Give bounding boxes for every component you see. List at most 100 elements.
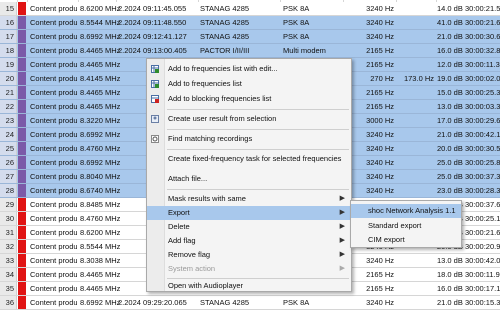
table-row[interactable]: 16Content product8.5544 MHz2.2024 09:11:… bbox=[0, 16, 500, 30]
cell-bandwidth: 2165 Hz bbox=[366, 46, 394, 55]
row-number: 27 bbox=[0, 170, 17, 183]
menu-remove-flag[interactable]: Remove flag ▶ bbox=[147, 248, 351, 262]
cell-type: Content product bbox=[30, 88, 77, 97]
menu-add-to-frequencies[interactable]: Add to frequencies list bbox=[147, 77, 351, 91]
cell-shift bbox=[396, 16, 434, 29]
cell-level-duration: 17.0 dB 30:00:29.699 bbox=[437, 116, 500, 125]
row-number: 25 bbox=[0, 142, 17, 155]
cell-bandwidth: 2165 Hz bbox=[366, 60, 394, 69]
menu-add-to-blocking[interactable]: Add to blocking frequencies list bbox=[147, 92, 351, 106]
cell-shift bbox=[396, 128, 434, 141]
flag-marker bbox=[18, 156, 26, 169]
flag-marker bbox=[18, 268, 26, 281]
cell-modulation: PSK 8A bbox=[283, 32, 310, 41]
cell-level-duration: 16.0 dB 30:00:32.894 bbox=[437, 46, 500, 55]
cell-type: Content product bbox=[30, 4, 77, 13]
flag-marker bbox=[18, 16, 26, 29]
flag-marker bbox=[18, 240, 26, 253]
cell-type: Content product bbox=[30, 102, 77, 111]
cell-datetime: 2.2024 09:12:41.127 bbox=[118, 32, 187, 41]
cell-bandwidth: 3240 Hz bbox=[366, 158, 394, 167]
cell-level-duration: 21.0 dB 30:00:42.149 bbox=[437, 130, 500, 139]
row-number: 28 bbox=[0, 184, 17, 197]
cell-type: Content product bbox=[30, 256, 77, 265]
cell-bandwidth: 3240 Hz bbox=[366, 18, 394, 27]
flag-marker bbox=[18, 30, 26, 43]
cell-type: Content product bbox=[30, 32, 77, 41]
menu-add-flag[interactable]: Add flag ▶ bbox=[147, 234, 351, 248]
flag-marker bbox=[18, 114, 26, 127]
cell-bandwidth: 2165 Hz bbox=[366, 284, 394, 293]
cell-type: Content product bbox=[30, 228, 77, 237]
menu-open-audioplayer[interactable]: Open with Audioplayer bbox=[147, 279, 351, 293]
menu-find-recordings[interactable]: Find matching recordings bbox=[147, 132, 351, 146]
cell-shift bbox=[396, 142, 434, 155]
flag-marker bbox=[18, 296, 26, 309]
flag-marker bbox=[18, 142, 26, 155]
flag-marker bbox=[18, 282, 26, 295]
cell-protocol: STANAG 4285 bbox=[200, 32, 250, 41]
row-number: 32 bbox=[0, 240, 17, 253]
cell-level-duration: 13.0 dB 30:00:42.004 bbox=[437, 256, 500, 265]
menu-separator bbox=[167, 189, 349, 190]
menu-add-with-edit[interactable]: Add to frequencies list with edit... bbox=[147, 62, 351, 76]
menu-create-user-result[interactable]: Create user result from selection bbox=[147, 112, 351, 126]
cell-level-duration: 21.0 dB 30:00:15.364 bbox=[437, 298, 500, 307]
row-number: 34 bbox=[0, 268, 17, 281]
cell-bandwidth: 3240 Hz bbox=[366, 32, 394, 41]
submenu-shoc-network-analysis[interactable]: shoc Network Analysis 1.1 bbox=[351, 204, 461, 218]
cell-type: Content product bbox=[30, 74, 77, 83]
table-row[interactable]: 18Content product8.4465 MHz2.2024 09:13:… bbox=[0, 44, 500, 58]
table-row[interactable]: 17Content product8.6992 MHz2.2024 09:12:… bbox=[0, 30, 500, 44]
menu-export[interactable]: Export ▶ bbox=[147, 206, 351, 220]
submenu-cim-export[interactable]: CIM export bbox=[351, 233, 461, 247]
menu-label: Attach file... bbox=[168, 174, 208, 183]
row-number: 31 bbox=[0, 226, 17, 239]
menu-separator bbox=[167, 109, 349, 110]
row-number: 21 bbox=[0, 86, 17, 99]
cell-level-duration: 25.0 dB 30:00:25.849 bbox=[437, 158, 500, 167]
row-number: 24 bbox=[0, 128, 17, 141]
export-submenu: shoc Network Analysis 1.1 Standard expor… bbox=[350, 200, 462, 248]
cell-modulation: PSK 8A bbox=[283, 18, 310, 27]
menu-fixed-frequency-task[interactable]: Create fixed-frequency task for selected… bbox=[147, 152, 351, 166]
menu-label: Create user result from selection bbox=[168, 114, 277, 123]
menu-label: Find matching recordings bbox=[168, 134, 253, 143]
submenu-label: CIM export bbox=[368, 235, 405, 244]
cell-shift bbox=[396, 100, 434, 113]
table-row[interactable]: 15Content product8.6200 MHz2.2024 09:11:… bbox=[0, 2, 500, 16]
flag-marker bbox=[18, 58, 26, 71]
cell-type: Content product bbox=[30, 298, 77, 307]
context-menu: Add to frequencies list with edit... Add… bbox=[146, 58, 352, 292]
menu-separator bbox=[167, 149, 349, 150]
table-row[interactable]: 36Content product8.6992 MHz2.2024 09:29:… bbox=[0, 296, 500, 310]
cell-shift bbox=[396, 30, 434, 43]
cell-shift bbox=[396, 254, 434, 267]
flag-marker bbox=[18, 212, 26, 225]
submenu-standard-export[interactable]: Standard export bbox=[351, 219, 461, 233]
cell-level-duration: 25.0 dB 30:00:37.387 bbox=[437, 172, 500, 181]
cell-datetime: 2.2024 09:13:00.405 bbox=[118, 46, 187, 55]
menu-attach-file[interactable]: Attach file... bbox=[147, 172, 351, 186]
cell-datetime: 2.2024 09:29:20.065 bbox=[118, 298, 187, 307]
menu-mask-results[interactable]: Mask results with same ▶ bbox=[147, 192, 351, 206]
cell-bandwidth: 3240 Hz bbox=[366, 144, 394, 153]
flag-marker bbox=[18, 2, 26, 15]
menu-label: Create fixed-frequency task for selected… bbox=[168, 154, 342, 163]
menu-delete[interactable]: Delete ▶ bbox=[147, 220, 351, 234]
cell-type: Content product bbox=[30, 18, 77, 27]
cell-bandwidth: 3240 Hz bbox=[366, 4, 394, 13]
row-number: 30 bbox=[0, 212, 17, 225]
cell-level-duration: 41.0 dB 30:00:21.664 bbox=[437, 18, 500, 27]
cell-level-duration: 21.0 dB 30:00:30.647 bbox=[437, 32, 500, 41]
cell-level-duration: 12.0 dB 30:00:11.399 bbox=[437, 60, 500, 69]
row-number: 18 bbox=[0, 44, 17, 57]
cell-type: Content product bbox=[30, 144, 77, 153]
flag-marker bbox=[18, 184, 26, 197]
cell-level-duration: 13.0 dB 30:00:03.399 bbox=[437, 102, 500, 111]
cell-protocol: STANAG 4285 bbox=[200, 4, 250, 13]
row-number: 17 bbox=[0, 30, 17, 43]
cell-protocol: STANAG 4285 bbox=[200, 18, 250, 27]
menu-label: Remove flag bbox=[168, 250, 211, 259]
row-number: 29 bbox=[0, 198, 17, 211]
